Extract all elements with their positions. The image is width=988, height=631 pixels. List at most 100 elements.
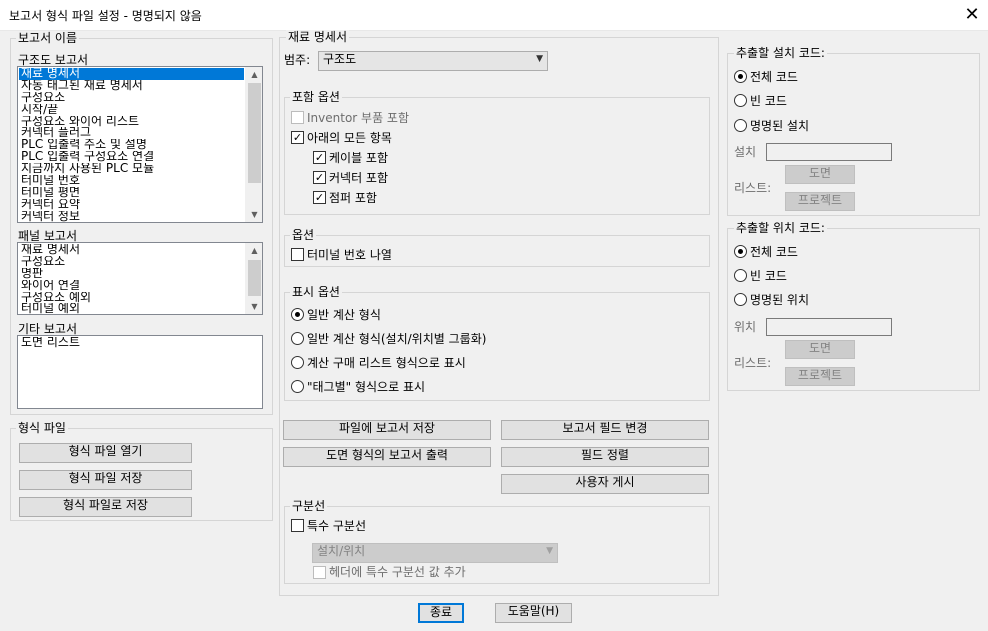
add-header-break-label: 헤더에 특수 구분선 값 추가 [329,565,466,579]
radio-selected-dot [738,74,743,79]
schematic-list-scrollbar[interactable]: ▲ ▼ [245,67,262,222]
install-drawing-button[interactable]: 도면 [785,165,855,184]
list-item[interactable]: 구성요소 예외 [19,292,244,304]
location-radio-0[interactable] [734,245,747,258]
display-option-label-3: "태그별" 형식으로 표시 [307,380,426,394]
inventor-parts-checkbox[interactable] [291,111,304,124]
list-item[interactable]: 지금까지 사용된 PLC 모듈 [19,163,244,175]
format-file-caption: 형식 파일 [16,421,68,435]
list-item[interactable]: 터미널 예외 [19,303,244,314]
schematic-reports-label: 구조도 보고서 [18,53,89,67]
list-item[interactable]: PLC 입출력 구성요소 연결 [19,151,244,163]
chevron-down-icon: ▼ [546,546,553,556]
install-codes-caption: 추출할 설치 코드: [734,46,827,60]
break-combo[interactable]: 설치/위치 ▼ [312,543,558,563]
list-item[interactable]: 와이어 연결 [19,280,244,292]
change-report-fields-button[interactable]: 보고서 필드 변경 [501,420,709,440]
connector-label: 커넥터 포함 [329,171,389,185]
report-names-caption: 보고서 이름 [16,31,80,45]
scroll-down-icon[interactable]: ▼ [246,299,262,314]
list-item[interactable]: 명판 [19,268,244,280]
panel-list-scrollbar[interactable]: ▲ ▼ [245,243,262,314]
list-item[interactable]: 재료 명세서 [19,244,244,256]
panel-reports-list[interactable]: 재료 명세서 구성요소 명판 와이어 연결 구성요소 예외 터미널 예외 ▲ ▼ [17,242,263,315]
install-project-button[interactable]: 프로젝트 [785,192,855,211]
break-combo-value: 설치/위치 [317,544,366,558]
close-icon[interactable]: ✕ [958,3,986,27]
output-report-drawing-button[interactable]: 도면 형식의 보고서 출력 [283,447,491,467]
install-list-label: 리스트: [734,181,772,195]
install-option-label-1: 빈 코드 [750,94,787,108]
list-item[interactable]: 커넥터 요약 [19,199,244,211]
location-radio-2[interactable] [734,293,747,306]
list-item[interactable]: PLC 입출력 주소 및 설명 [19,139,244,151]
close-button[interactable]: 종료 [418,603,464,623]
location-option-label-2: 명명된 위치 [750,293,810,307]
list-terminal-numbers-label: 터미널 번호 나열 [307,248,392,262]
list-item[interactable]: 구성요소 와이어 리스트 [19,116,244,128]
display-options-caption: 표시 옵션 [290,285,342,299]
list-item[interactable]: 구성요소 [19,256,244,268]
location-codes-caption: 추출할 위치 코드: [734,221,827,235]
add-header-break-checkbox[interactable] [313,566,326,579]
install-field-label: 설치 [734,145,757,159]
list-item[interactable]: 터미널 평면 [19,187,244,199]
save-as-format-file-button[interactable]: 형식 파일로 저장 [19,497,192,517]
sort-fields-button[interactable]: 필드 정렬 [501,447,709,467]
jumper-checkbox[interactable]: ✓ [313,191,326,204]
list-item[interactable]: 자동 태그된 재료 명세서 [19,80,244,92]
display-option-label-2: 계산 구매 리스트 형식으로 표시 [307,356,466,370]
list-item[interactable]: 도면 리스트 [19,337,260,349]
scroll-down-icon[interactable]: ▼ [246,207,262,222]
install-radio-1[interactable] [734,94,747,107]
install-radio-2[interactable] [734,119,747,132]
scroll-up-icon[interactable]: ▲ [246,67,262,82]
special-break-label: 특수 구분선 [307,519,367,533]
include-options-caption: 포함 옵션 [290,90,342,104]
location-project-button[interactable]: 프로젝트 [785,367,855,386]
install-radio-0[interactable] [734,70,747,83]
options-caption: 옵션 [290,228,317,242]
display-radio-2[interactable] [291,356,304,369]
panel-reports-label: 패널 보고서 [18,229,78,243]
scroll-thumb[interactable] [248,260,261,296]
list-item[interactable]: 커넥터 정보 [19,211,244,222]
display-option-label-0: 일반 계산 형식 [307,308,381,322]
other-reports-list[interactable]: 도면 리스트 [17,335,263,409]
scroll-up-icon[interactable]: ▲ [246,243,262,258]
all-below-checkbox[interactable]: ✓ [291,131,304,144]
list-item[interactable]: 재료 명세서 [19,68,244,80]
help-button[interactable]: 도움말(H) [495,603,572,623]
open-format-file-button[interactable]: 형식 파일 열기 [19,443,192,463]
schematic-reports-list[interactable]: 재료 명세서 자동 태그된 재료 명세서 구성요소 시작/끝 구성요소 와이어 리스트 커… [17,66,263,223]
save-format-file-button[interactable]: 형식 파일 저장 [19,470,192,490]
category-combo[interactable]: 구조도 ▼ [318,51,548,71]
list-item[interactable]: 시작/끝 [19,104,244,116]
list-terminal-numbers-checkbox[interactable] [291,248,304,261]
cable-checkbox[interactable]: ✓ [313,151,326,164]
list-item[interactable]: 커넥터 플러그 [19,127,244,139]
location-radio-1[interactable] [734,269,747,282]
install-input[interactable] [766,143,892,161]
save-report-to-file-button[interactable]: 파일에 보고서 저장 [283,420,491,440]
location-option-label-1: 빈 코드 [750,269,787,283]
install-option-label-2: 명명된 설치 [750,119,810,133]
display-radio-3[interactable] [291,380,304,393]
other-reports-label: 기타 보고서 [18,322,78,336]
all-below-label: 아래의 모든 항목 [307,131,392,145]
category-value: 구조도 [323,52,357,66]
scroll-thumb[interactable] [248,83,261,183]
location-drawing-button[interactable]: 도면 [785,340,855,359]
connector-checkbox[interactable]: ✓ [313,171,326,184]
special-break-checkbox[interactable] [291,519,304,532]
user-post-button[interactable]: 사용자 게시 [501,474,709,494]
location-input[interactable] [766,318,892,336]
radio-selected-dot [738,249,743,254]
display-radio-1[interactable] [291,332,304,345]
inventor-parts-label: Inventor 부품 포함 [307,111,410,125]
list-item[interactable]: 터미널 번호 [19,175,244,187]
list-item[interactable]: 구성요소 [19,92,244,104]
install-option-label-0: 전체 코드 [750,70,798,84]
radio-selected-dot [295,312,300,317]
display-radio-0[interactable] [291,308,304,321]
